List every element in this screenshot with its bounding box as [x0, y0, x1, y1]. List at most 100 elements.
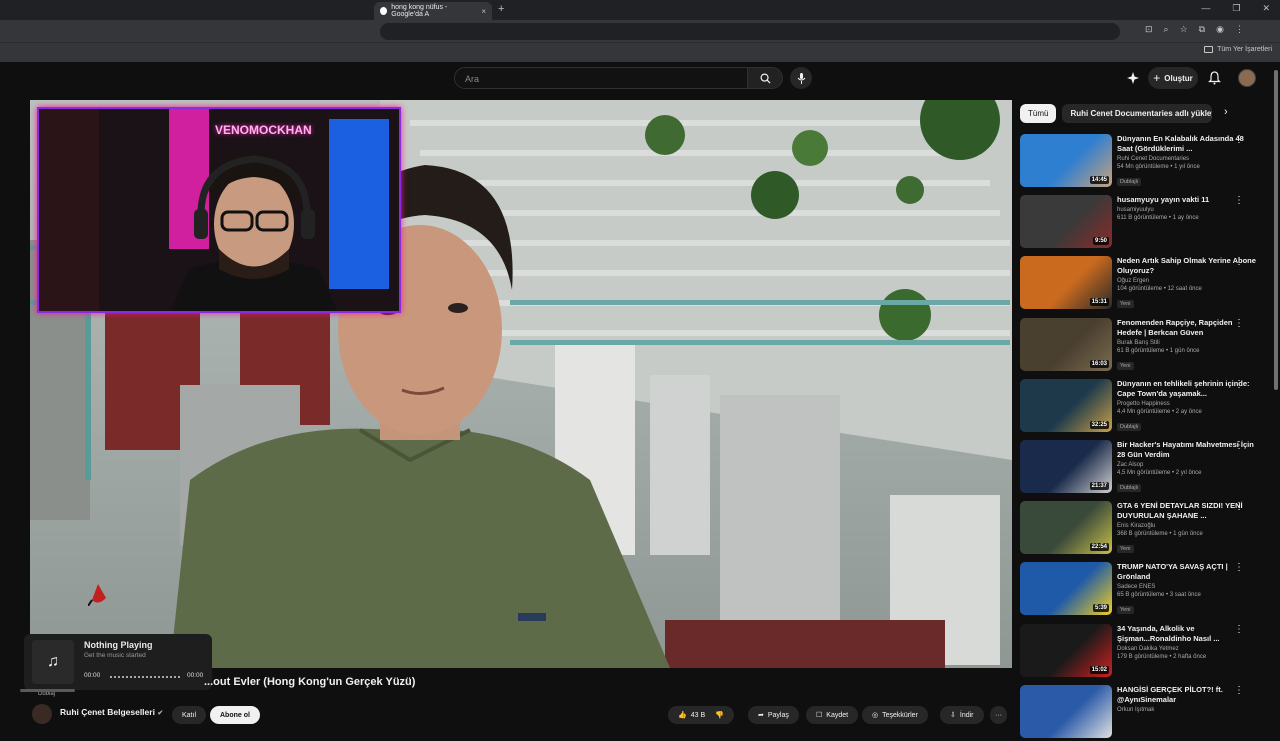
duration-badge: 15:02 [1089, 665, 1109, 674]
maximize-button[interactable]: ❐ [1232, 3, 1240, 14]
more-options-icon[interactable]: ⋮ [1234, 501, 1244, 512]
recommendation-item[interactable]: 21:37 Bir Hacker's Hayatımı Mahvetmesi İç… [1020, 440, 1270, 496]
channel-name-text: Ruhi Çenet Belgeselleri [60, 707, 155, 717]
extensions-icon[interactable]: ⧉ [1199, 24, 1205, 35]
chip-all[interactable]: Tümü [1020, 104, 1057, 123]
zoom-icon[interactable]: ⌕ [1164, 24, 1169, 35]
more-actions-button[interactable]: ··· [990, 706, 1007, 724]
notifications-icon[interactable] [1208, 71, 1221, 85]
tab-close-button[interactable]: × [481, 7, 486, 16]
save-button[interactable]: ☐ Kaydet [806, 706, 859, 724]
minimize-button[interactable]: — [1201, 3, 1210, 14]
window-controls: — ❐ ✕ [1201, 3, 1270, 14]
search-button[interactable] [747, 67, 783, 89]
recommendation-item[interactable]: 16:03 Fenomenden Rapçiye, Rapçiden Hedefe… [1020, 317, 1270, 374]
recommendation-channel[interactable]: Ruhi Cenet Documentaries [1117, 156, 1257, 162]
recommendation-item[interactable]: 32:25 Dünyanın en tehlikeli şehrinin için… [1020, 378, 1270, 435]
all-bookmarks[interactable]: Tüm Yer İşaretleri [1204, 46, 1272, 53]
recommendation-channel[interactable]: Zac Alsop [1117, 462, 1257, 468]
thumbs-down-icon[interactable]: 👎 [715, 711, 724, 719]
more-options-icon[interactable]: ⋮ [1234, 685, 1244, 696]
recommendation-item[interactable]: 9:50 husamyuyu yayın vakti 11 husamiyuulyu… [1020, 195, 1270, 251]
recommendation-item[interactable]: 22:54 GTA 6 YENİ DETAYLAR SIZDI! YENİ DUY… [1020, 501, 1270, 557]
recommendation-thumbnail[interactable]: 9:50 [1020, 195, 1112, 249]
account-avatar[interactable] [1238, 69, 1256, 87]
recommendation-thumbnail[interactable]: 16:03 [1020, 317, 1112, 371]
more-options-icon[interactable]: ⋮ [1234, 624, 1244, 635]
video-player[interactable]: VENOMOCKHAN [30, 100, 1012, 668]
menu-icon[interactable]: ⋮ [1235, 24, 1244, 35]
recommendation-thumbnail[interactable]: 5:39 [1020, 562, 1112, 616]
bookmark-star-icon[interactable]: ☆ [1180, 24, 1188, 35]
join-button[interactable]: Katıl [172, 706, 207, 724]
recommendation-thumbnail[interactable]: 15:02 [1020, 623, 1112, 677]
channel-name[interactable]: Ruhi Çenet Belgeselleri ✔ [60, 707, 163, 717]
voice-search-button[interactable] [790, 67, 812, 89]
recommendation-channel[interactable]: Enis Kirazoğlu [1117, 523, 1257, 529]
more-options-icon[interactable]: ⋮ [1234, 562, 1244, 573]
bookmarks-bar [0, 42, 1280, 62]
recommendation-channel[interactable]: Burak Barış Stili [1117, 340, 1257, 346]
subscribe-button[interactable]: Abone ol [210, 706, 260, 724]
chip-uploader[interactable]: Ruhi Cenet Documentaries adlı yükleyicid… [1062, 104, 1213, 123]
install-icon[interactable]: ⊡ [1145, 24, 1153, 35]
recommendation-item[interactable]: 15:31 Neden Artık Sahip Olmak Yerine Abon… [1020, 256, 1270, 312]
music-scrollbar[interactable] [20, 689, 75, 692]
recommendation-thumbnail[interactable]: 21:37 [1020, 440, 1112, 493]
recommendation-thumbnail[interactable]: 32:25 [1020, 378, 1112, 432]
search-placeholder: Ara [465, 74, 480, 84]
search-icon [760, 73, 771, 84]
download-button[interactable]: ⇩ İndir [940, 706, 984, 724]
more-options-icon[interactable]: ⋮ [1234, 195, 1244, 206]
recommendation-channel[interactable]: husamiyuulyu [1117, 207, 1257, 213]
recommendation-channel[interactable]: Orkun Işıtmak [1117, 707, 1257, 713]
join-label: Katıl [182, 711, 197, 719]
new-tab-button[interactable]: + [498, 3, 504, 15]
sparkle-icon[interactable] [1126, 71, 1140, 85]
like-button[interactable]: 👍 43 B 👎 [668, 706, 734, 724]
chevron-right-icon[interactable]: › [1224, 106, 1228, 118]
recommendation-item[interactable]: 15:02 34 Yaşında, Alkolik ve Şişman...Ron… [1020, 623, 1270, 680]
create-label: Oluştur [1164, 73, 1193, 83]
recommendation-meta: 611 B görüntüleme • 1 ay önce [1117, 215, 1199, 222]
page-scrollbar[interactable] [1274, 70, 1278, 390]
recommendation-channel[interactable]: Oğuz Ergen [1117, 278, 1257, 284]
profile-icon[interactable]: ◉ [1216, 24, 1224, 35]
save-label: Kaydet [826, 711, 849, 719]
recommendation-item[interactable]: HANGİSİ GERÇEK PİLOT?! ft. @AynıSinemala… [1020, 684, 1270, 741]
recommendation-channel[interactable]: Sadece ENES [1117, 584, 1257, 590]
like-count: 43 B [690, 711, 706, 719]
recommendation-item[interactable]: 14:45 Dünyanın En Kalabalık Adasında 48 S… [1020, 134, 1270, 190]
recommendation-thumbnail[interactable] [1020, 684, 1112, 738]
browser-tab[interactable]: hong kong nüfus - Google'da A × [374, 2, 492, 20]
duration-badge: 22:54 [1089, 543, 1109, 552]
more-options-icon[interactable]: ⋮ [1234, 379, 1244, 390]
search-input[interactable]: Ara [454, 67, 748, 89]
music-time-end: 00:00 [187, 672, 204, 679]
more-options-icon[interactable]: ⋮ [1234, 134, 1244, 145]
recommendation-thumbnail[interactable]: 14:45 [1020, 134, 1112, 187]
music-substatus: Get the music started [84, 652, 146, 659]
recommendation-thumbnail[interactable]: 22:54 [1020, 501, 1112, 555]
address-bar[interactable] [380, 23, 1120, 40]
recommendation-meta: 104 görüntüleme • 12 saat önce [1117, 286, 1202, 293]
download-label: İndir [959, 711, 974, 719]
music-progress-bar[interactable] [110, 676, 180, 678]
recommendation-channel[interactable]: Doksan Dakika Yetmez [1117, 646, 1257, 652]
more-options-icon[interactable]: ⋮ [1234, 440, 1244, 451]
more-options-icon[interactable]: ⋮ [1234, 256, 1244, 267]
thanks-button[interactable]: ◎ Teşekkürler [862, 706, 928, 724]
verified-icon: ✔ [157, 710, 164, 717]
create-button[interactable]: + Oluştur [1148, 67, 1198, 89]
recommendation-channel[interactable]: Progetto Happiness [1117, 401, 1257, 407]
close-window-button[interactable]: ✕ [1262, 3, 1270, 14]
recommendation-item[interactable]: 5:39 TRUMP NATO'YA SAVAŞ AÇTI | Grönland S… [1020, 562, 1270, 618]
filter-chips: Tümü Ruhi Cenet Documentaries adlı yükle… [1020, 104, 1213, 123]
recommendation-meta: 4,5 Mn görüntüleme • 2 yıl önce [1117, 470, 1202, 476]
duration-badge: 21:37 [1089, 482, 1109, 490]
more-options-icon[interactable]: ⋮ [1234, 318, 1244, 329]
recommendation-thumbnail[interactable]: 15:31 [1020, 256, 1112, 310]
microphone-icon [797, 72, 805, 84]
share-button[interactable]: ➦ Paylaş [748, 706, 799, 724]
channel-avatar[interactable] [32, 704, 52, 724]
